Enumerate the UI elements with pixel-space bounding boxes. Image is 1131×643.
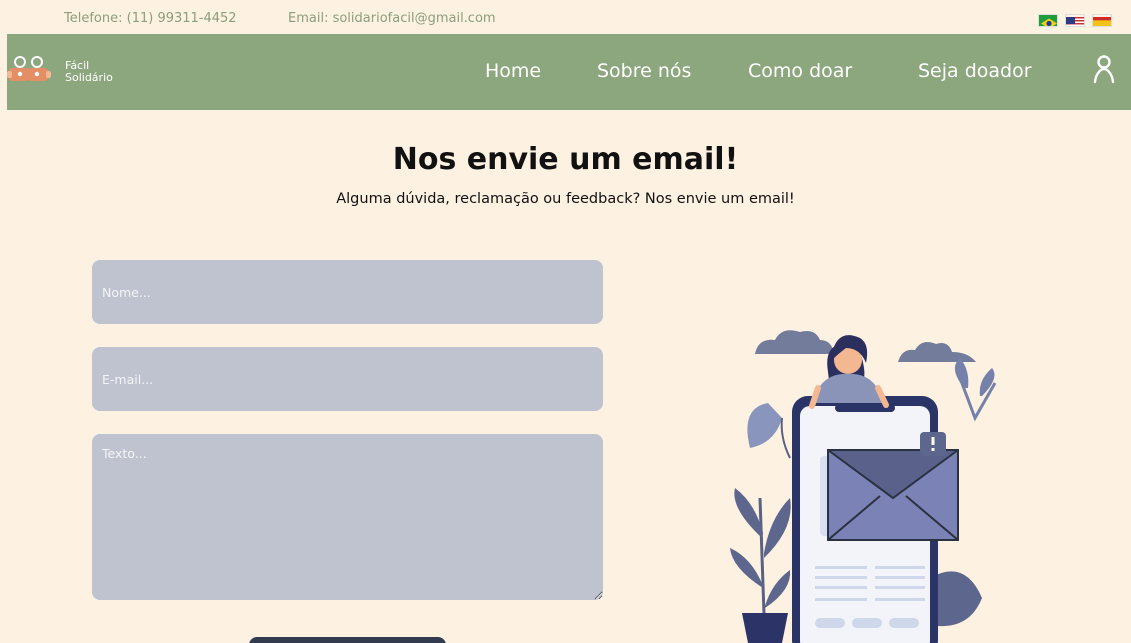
page-subtitle: Alguma dúvida, reclamação ou feedback? N…	[336, 191, 795, 207]
cloud-icon	[898, 342, 976, 362]
brazil-flag-icon[interactable]	[1038, 14, 1058, 27]
email-illustration	[730, 330, 997, 643]
phone-text: Telefone: (11) 99311-4452	[64, 11, 237, 26]
nav-home-link[interactable]: Home	[485, 60, 541, 82]
nav-how-to-donate-link[interactable]: Como doar	[748, 60, 852, 82]
spain-flag-icon[interactable]	[1092, 14, 1112, 27]
page-title: Nos envie um email!	[392, 142, 739, 177]
language-switcher	[1038, 14, 1112, 27]
nav-about-link[interactable]: Sobre nós	[597, 60, 691, 82]
nav-become-donor-link[interactable]: Seja doador	[918, 60, 1032, 82]
name-input[interactable]	[92, 260, 603, 324]
usa-flag-icon[interactable]	[1065, 14, 1085, 27]
contact-bar: Telefone: (11) 99311-4452 Email: solidar…	[0, 0, 1131, 34]
logo-line2: Solidário	[65, 71, 113, 84]
navbar: Fácil Solidário Home Sobre nós Como doar…	[7, 34, 1131, 110]
email-input[interactable]	[92, 347, 603, 411]
plant-icon	[730, 403, 791, 643]
email-text: Email: solidariofacil@gmail.com	[288, 11, 496, 26]
message-textarea[interactable]	[92, 434, 603, 600]
cloud-icon	[755, 330, 834, 354]
page: Telefone: (11) 99311-4452 Email: solidar…	[0, 0, 1131, 643]
logo-text: Fácil Solidário	[65, 60, 113, 84]
send-button[interactable]	[249, 637, 446, 643]
user-icon[interactable]	[1093, 54, 1115, 88]
logo[interactable]: Fácil Solidário	[7, 50, 122, 90]
logo-hands-icon	[7, 56, 51, 81]
